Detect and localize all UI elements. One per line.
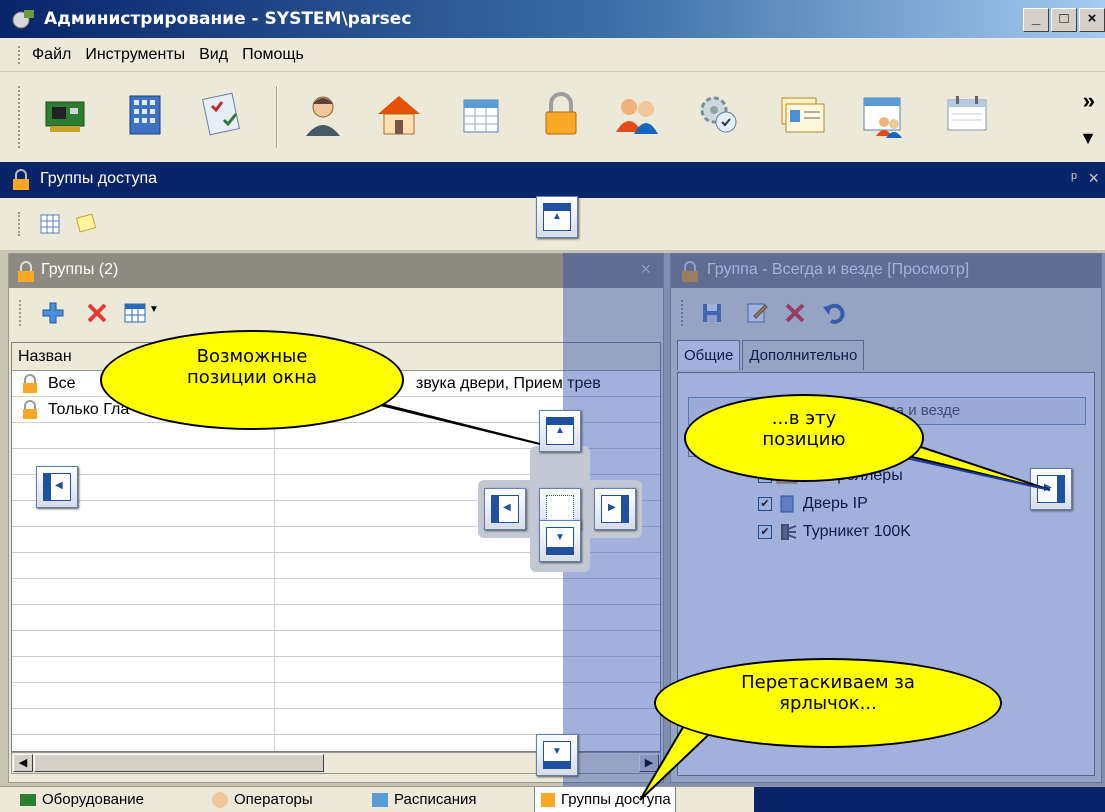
callout-text: Возможные — [196, 346, 308, 367]
callout-text: ярлычок... — [779, 693, 877, 714]
callout-text: ...в эту — [771, 408, 837, 429]
callout-possible-positions: Возможные позиции окна — [100, 330, 404, 430]
callout-target-position: ...в эту позицию — [684, 394, 924, 482]
callout-text: позицию — [762, 429, 846, 450]
callout-drag-tab: Перетаскиваем за ярлычок... — [654, 658, 1002, 748]
callout-text: позиции окна — [186, 367, 318, 388]
callout-text: Перетаскиваем за — [741, 672, 915, 693]
